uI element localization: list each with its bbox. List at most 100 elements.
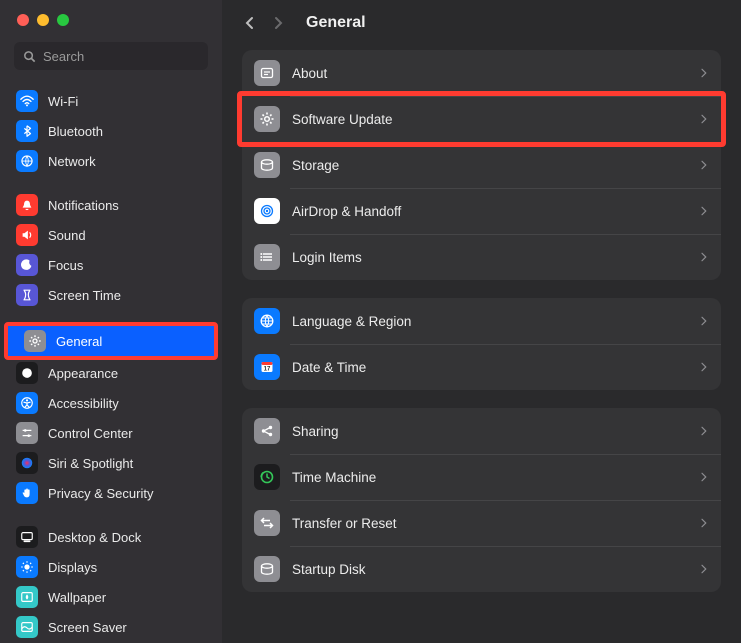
sidebar-item-network[interactable]: Network: [0, 146, 222, 176]
settings-group: Language & Region Date & Time: [242, 298, 721, 390]
chevron-right-icon: [699, 112, 709, 126]
settings-row-label: Time Machine: [292, 470, 699, 485]
disk-icon: [254, 556, 280, 582]
sliders-icon: [16, 422, 38, 444]
displays-icon: [16, 556, 38, 578]
settings-row-transfer-or-reset[interactable]: Transfer or Reset: [242, 500, 721, 546]
calendar-icon: [254, 354, 280, 380]
sidebar-item-label: Privacy & Security: [48, 486, 153, 501]
id-icon: [254, 60, 280, 86]
bluetooth-icon: [16, 120, 38, 142]
list-icon: [254, 244, 280, 270]
page-title: General: [306, 14, 366, 32]
sidebar-item-focus[interactable]: Focus: [0, 250, 222, 280]
settings-row-startup-disk[interactable]: Startup Disk: [242, 546, 721, 592]
sidebar-item-label: Focus: [48, 258, 83, 273]
wifi-icon: [16, 90, 38, 112]
sidebar-item-screen-saver[interactable]: Screen Saver: [0, 612, 222, 642]
sidebar-item-privacy-security[interactable]: Privacy & Security: [0, 478, 222, 508]
settings-group: Sharing Time Machine Transfer or Reset Star…: [242, 408, 721, 592]
network-icon: [16, 150, 38, 172]
sidebar-item-bluetooth[interactable]: Bluetooth: [0, 116, 222, 146]
sidebar-item-displays[interactable]: Displays: [0, 552, 222, 582]
settings-row-date-time[interactable]: Date & Time: [242, 344, 721, 390]
settings-row-label: Date & Time: [292, 360, 699, 375]
search-input[interactable]: [43, 49, 200, 64]
sidebar-item-label: Network: [48, 154, 96, 169]
arrows-icon: [254, 510, 280, 536]
sidebar-item-sound[interactable]: Sound: [0, 220, 222, 250]
sidebar-item-notifications[interactable]: Notifications: [0, 190, 222, 220]
chevron-right-icon: [699, 516, 709, 530]
sidebar-item-appearance[interactable]: Appearance: [0, 358, 222, 388]
window-controls: [0, 0, 222, 26]
chevron-right-icon: [699, 158, 709, 172]
zoom-window[interactable]: [57, 14, 69, 26]
search-icon: [22, 49, 37, 64]
hand-icon: [16, 482, 38, 504]
sidebar-item-label: Control Center: [48, 426, 133, 441]
sidebar-item-accessibility[interactable]: Accessibility: [0, 388, 222, 418]
sidebar-item-label: Siri & Spotlight: [48, 456, 133, 471]
sidebar-item-wi-fi[interactable]: Wi-Fi: [0, 86, 222, 116]
sidebar-item-label: Sound: [48, 228, 86, 243]
minimize-window[interactable]: [37, 14, 49, 26]
accessibility-icon: [16, 392, 38, 414]
settings-group: About Software Update Storage AirDrop & Han…: [242, 50, 721, 280]
chevron-right-icon: [699, 250, 709, 264]
chevron-right-icon: [699, 314, 709, 328]
settings-row-software-update[interactable]: Software Update: [237, 91, 726, 147]
settings-row-label: Startup Disk: [292, 562, 699, 577]
close-window[interactable]: [17, 14, 29, 26]
settings-row-airdrop-handoff[interactable]: AirDrop & Handoff: [242, 188, 721, 234]
highlight-annotation: General: [4, 322, 218, 360]
forward-button[interactable]: [270, 15, 288, 31]
siri-icon: [16, 452, 38, 474]
settings-row-storage[interactable]: Storage: [242, 142, 721, 188]
sidebar-item-control-center[interactable]: Control Center: [0, 418, 222, 448]
chevron-right-icon: [699, 66, 709, 80]
sidebar-item-desktop-dock[interactable]: Desktop & Dock: [0, 522, 222, 552]
gear-icon: [254, 106, 280, 132]
sidebar-item-label: Bluetooth: [48, 124, 103, 139]
wallpaper-icon: [16, 586, 38, 608]
settings-row-language-region[interactable]: Language & Region: [242, 298, 721, 344]
sidebar-item-wallpaper[interactable]: Wallpaper: [0, 582, 222, 612]
sidebar-item-general[interactable]: General: [8, 326, 214, 356]
globe-icon: [254, 308, 280, 334]
settings-row-label: Software Update: [292, 112, 699, 127]
main-content: General About Software Update Storage AirDr…: [222, 0, 741, 643]
settings-row-sharing[interactable]: Sharing: [242, 408, 721, 454]
chevron-right-icon: [699, 204, 709, 218]
header: General: [222, 0, 741, 40]
settings-row-time-machine[interactable]: Time Machine: [242, 454, 721, 500]
back-button[interactable]: [242, 15, 260, 31]
sidebar-item-label: General: [56, 334, 102, 349]
settings-row-label: Sharing: [292, 424, 699, 439]
settings-row-about[interactable]: About: [242, 50, 721, 96]
airdrop-icon: [254, 198, 280, 224]
chevron-right-icon: [699, 424, 709, 438]
share-icon: [254, 418, 280, 444]
focus-icon: [16, 254, 38, 276]
chevron-right-icon: [699, 470, 709, 484]
sidebar-item-label: Wallpaper: [48, 590, 106, 605]
search-field[interactable]: [14, 42, 208, 70]
settings-row-label: Login Items: [292, 250, 699, 265]
settings-row-label: Storage: [292, 158, 699, 173]
sidebar-item-label: Accessibility: [48, 396, 119, 411]
sidebar-item-screen-time[interactable]: Screen Time: [0, 280, 222, 310]
sidebar-item-label: Screen Saver: [48, 620, 127, 635]
disk-icon: [254, 152, 280, 178]
hourglass-icon: [16, 284, 38, 306]
sidebar-item-siri-spotlight[interactable]: Siri & Spotlight: [0, 448, 222, 478]
sidebar-item-label: Displays: [48, 560, 97, 575]
appearance-icon: [16, 362, 38, 384]
dock-icon: [16, 526, 38, 548]
settings-row-label: Transfer or Reset: [292, 516, 699, 531]
settings-row-login-items[interactable]: Login Items: [242, 234, 721, 280]
sidebar-item-label: Notifications: [48, 198, 119, 213]
sidebar-item-label: Wi-Fi: [48, 94, 78, 109]
sidebar-item-label: Screen Time: [48, 288, 121, 303]
chevron-right-icon: [699, 562, 709, 576]
